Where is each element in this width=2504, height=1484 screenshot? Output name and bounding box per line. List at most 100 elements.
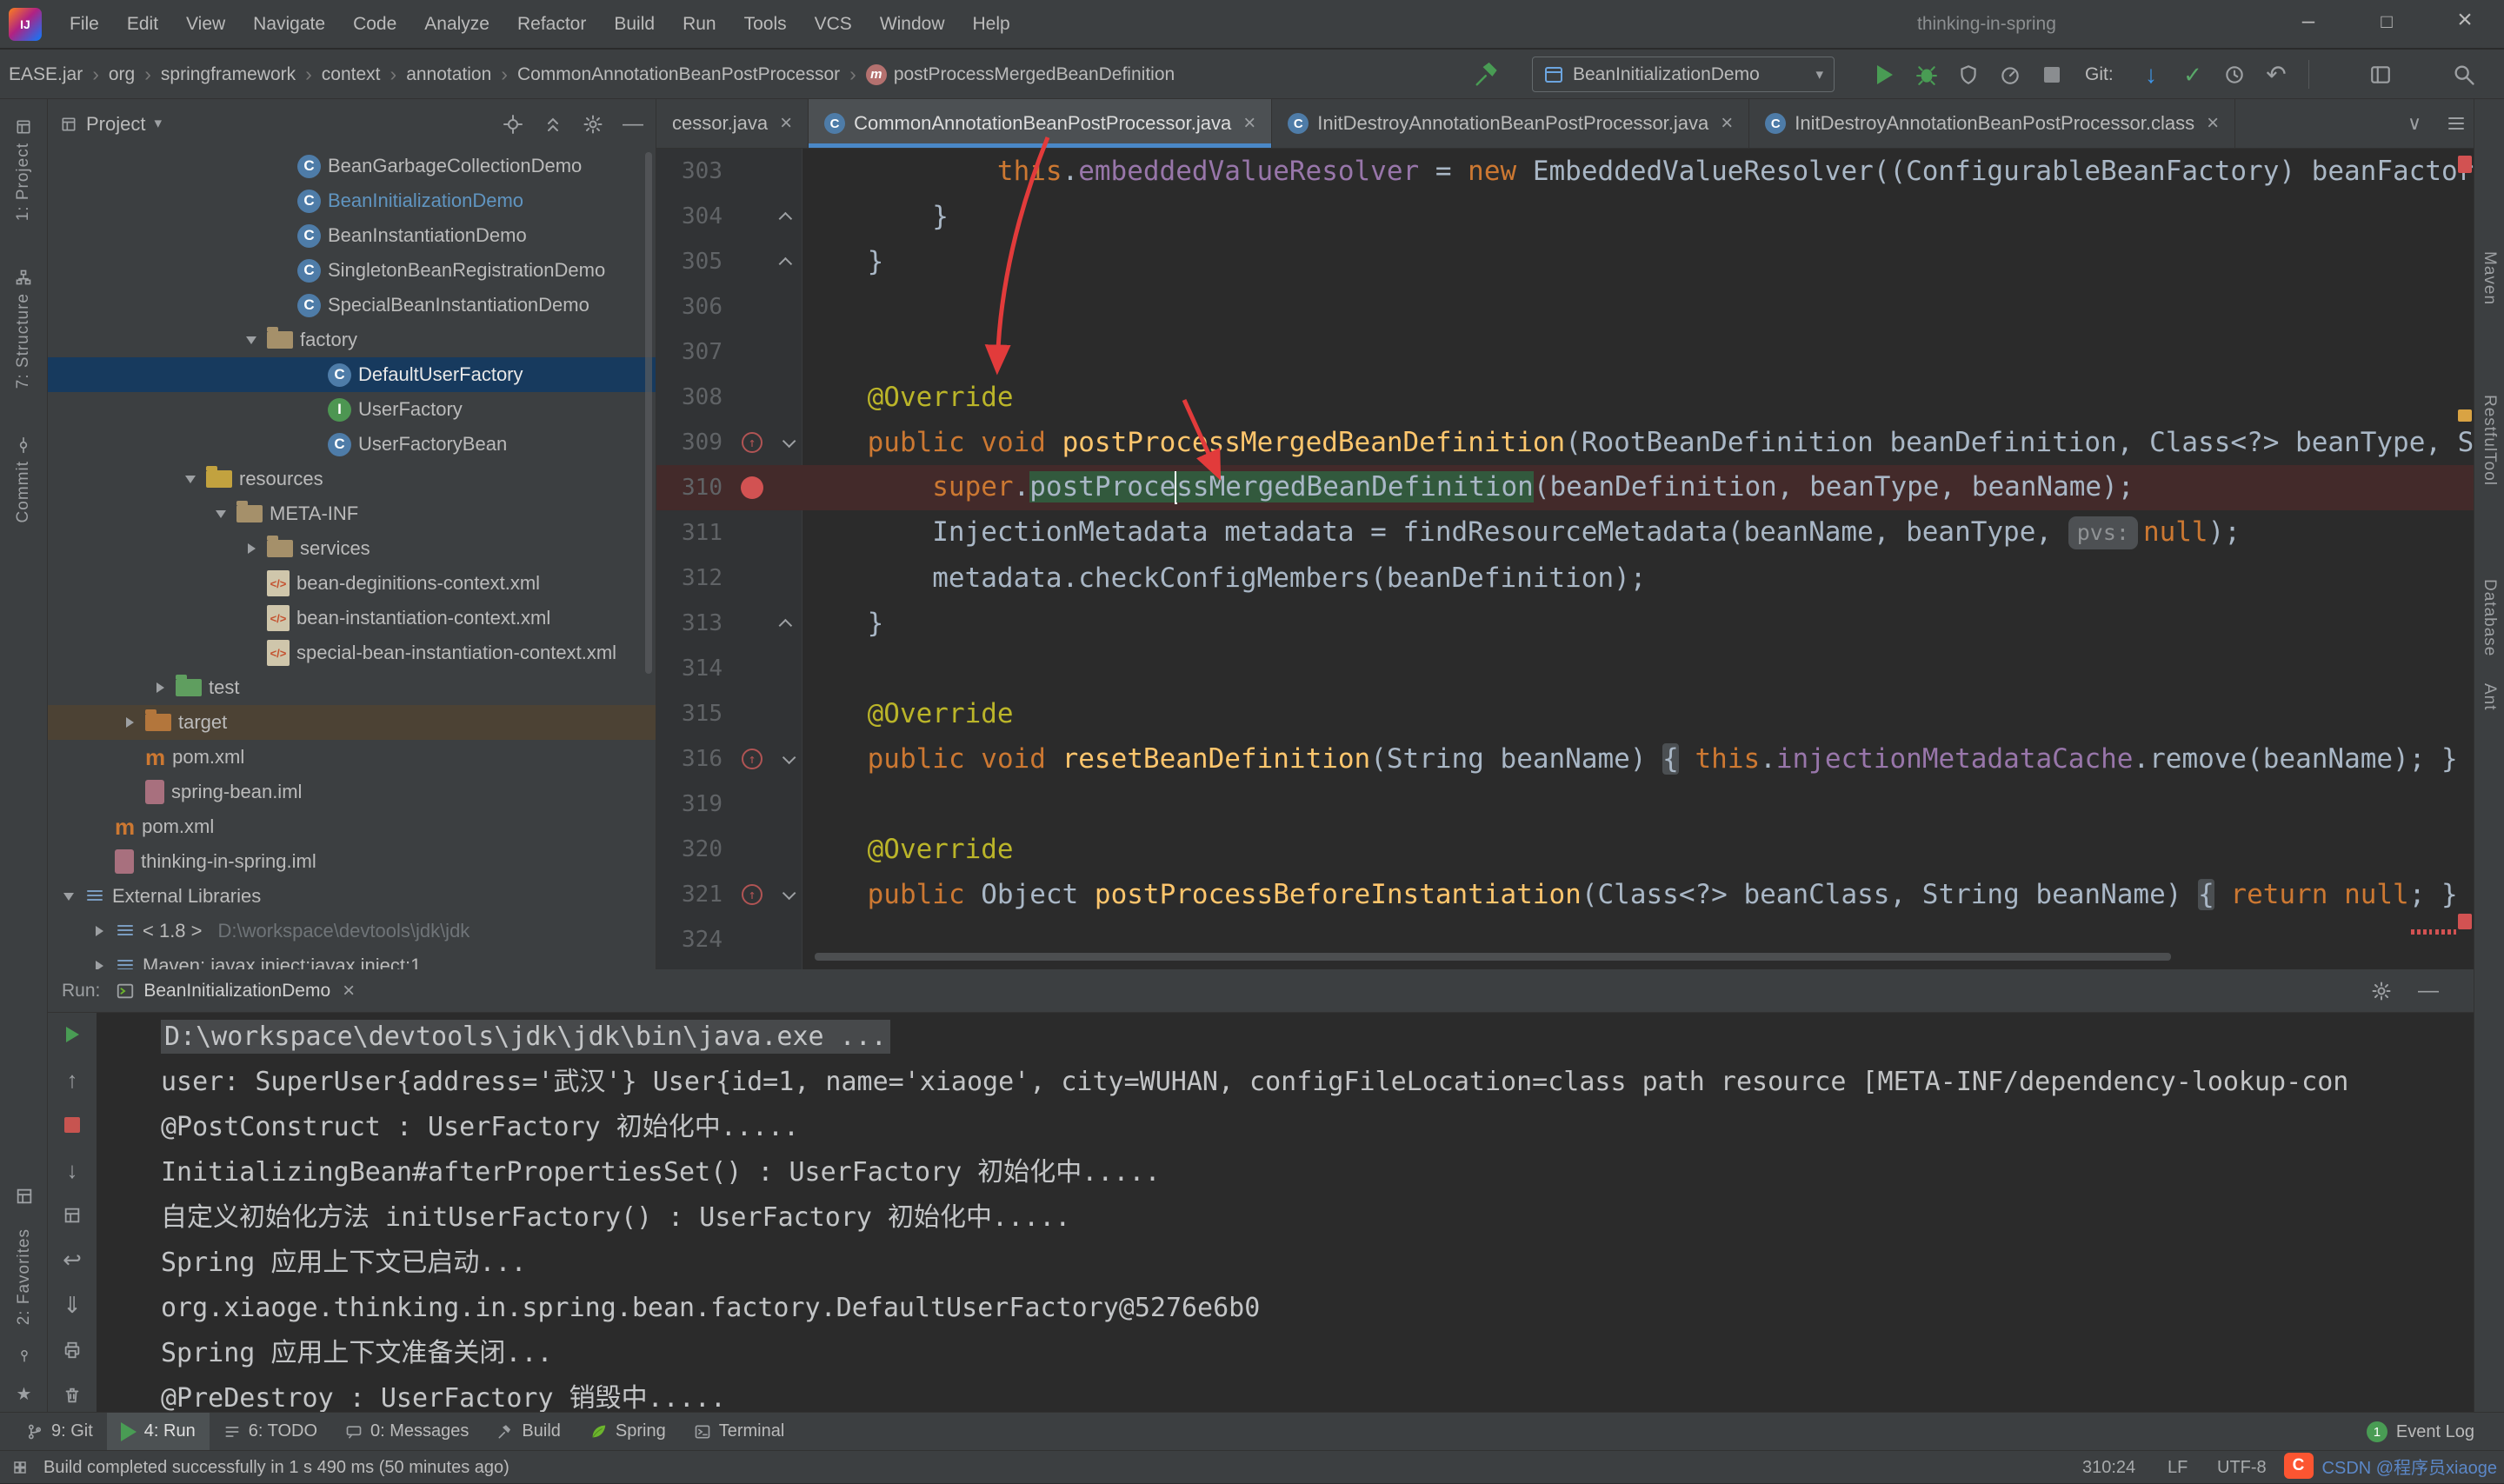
event-log-button[interactable]: 1 Event Log (2367, 1413, 2474, 1451)
git-commit-icon[interactable]: ✓ (2174, 57, 2212, 92)
tree-item-BeanInstantiationDemo[interactable]: CBeanInstantiationDemo (48, 218, 656, 253)
editor-tab-InitDestroyAnnotationBeanPostProcessor.class[interactable]: CInitDestroyAnnotationBeanPostProcessor.… (1749, 99, 2235, 148)
tree-item-services[interactable]: services (48, 531, 656, 566)
stripe-button-2: Favorites[interactable]: 2: Favorites (15, 1228, 34, 1325)
tree-item-UserFactory[interactable]: IUserFactory (48, 392, 656, 427)
tree-item-pom.xml[interactable]: mpom.xml (48, 740, 656, 775)
toolwindow-button-6: TODO[interactable]: 6: TODO (210, 1413, 331, 1451)
line-number[interactable]: 308 (656, 384, 733, 410)
gear-icon[interactable] (583, 114, 603, 135)
menu-refactor[interactable]: Refactor (503, 0, 600, 49)
menu-navigate[interactable]: Navigate (239, 0, 339, 49)
stripe-button-Ant[interactable]: Ant (2480, 683, 2499, 711)
fold-up-icon[interactable] (771, 257, 802, 267)
error-stripe-mark[interactable] (2458, 914, 2472, 929)
git-update-icon[interactable]: ↓ (2132, 57, 2170, 92)
chevron-down-icon[interactable] (60, 893, 77, 901)
toolwindow-button-0: Messages[interactable]: 0: Messages (331, 1413, 483, 1451)
tree-item-DefaultUserFactory[interactable]: CDefaultUserFactory (48, 357, 656, 392)
minimize-button[interactable]: – (2269, 0, 2348, 49)
collapse-all-icon[interactable] (543, 114, 563, 135)
caret-position[interactable]: 310:24 (2082, 1451, 2135, 1484)
code-editor[interactable]: 303this.embeddedValueResolver = new Embe… (656, 149, 2474, 969)
toolwindow-button-9: Git[interactable]: 9: Git (12, 1413, 107, 1451)
toolwindow-button-4: Run[interactable]: 4: Run (107, 1413, 210, 1451)
breadcrumb-item-context[interactable]: context (322, 64, 381, 85)
menu-help[interactable]: Help (959, 0, 1024, 49)
stripe-button-Maven[interactable]: Maven (2480, 251, 2499, 305)
toolwindow-button-Terminal[interactable]: Terminal (680, 1413, 799, 1451)
git-history-icon[interactable] (2215, 57, 2254, 92)
debug-bug-icon[interactable] (1908, 57, 1946, 92)
tool-window-switcher-icon[interactable] (12, 1460, 28, 1475)
line-number[interactable]: 312 (656, 565, 733, 591)
hide-icon[interactable]: — (623, 114, 643, 135)
chevron-right-icon[interactable] (90, 926, 108, 936)
warning-stripe-mark[interactable] (2458, 409, 2472, 422)
encoding-indicator[interactable]: UTF-8 (2217, 1451, 2267, 1484)
line-number[interactable]: 304 (656, 203, 733, 230)
chevron-down-icon[interactable] (243, 336, 260, 344)
tree-item-< 1.8 >[interactable]: < 1.8 >D:\workspace\devtools\jdk\jdk (48, 914, 656, 948)
clear-button[interactable] (56, 1379, 89, 1412)
editor-tab-CommonAnnotationBeanPostProcessor.java[interactable]: CCommonAnnotationBeanPostProcessor.java× (809, 99, 1272, 148)
breadcrumb-item-org[interactable]: org (109, 64, 135, 85)
tree-item-target[interactable]: target (48, 705, 656, 740)
line-number[interactable]: 309 (656, 429, 733, 456)
tree-item-External Libraries[interactable]: External Libraries (48, 879, 656, 914)
up-stack-button[interactable]: ↑ (56, 1063, 89, 1096)
line-number[interactable]: 311 (656, 520, 733, 546)
breakpoint-icon[interactable] (733, 476, 771, 499)
star-icon[interactable]: ★ (17, 1386, 32, 1403)
error-stripe-mark[interactable] (2458, 156, 2472, 173)
tree-item-spring-bean.iml[interactable]: spring-bean.iml (48, 775, 656, 809)
override-marker-icon[interactable]: ↑ (733, 432, 771, 453)
run-config-select[interactable]: BeanInitializationDemo ▾ (1532, 57, 1835, 92)
close-icon[interactable]: × (1243, 111, 1255, 136)
line-number[interactable]: 306 (656, 294, 733, 320)
override-marker-icon[interactable]: ↑ (733, 749, 771, 769)
fold-down-icon[interactable] (771, 890, 802, 900)
project-panel-title[interactable]: Project (86, 113, 145, 136)
tree-item-thinking-in-spring.iml[interactable]: thinking-in-spring.iml (48, 844, 656, 879)
line-number[interactable]: 315 (656, 701, 733, 727)
fold-down-icon[interactable] (771, 755, 802, 764)
git-rollback-icon[interactable]: ↶ (2257, 57, 2295, 92)
down-stack-button[interactable]: ↓ (56, 1154, 89, 1187)
stripe-button-7: Structure[interactable]: 7: Structure (14, 269, 33, 389)
close-button[interactable]: × (2426, 0, 2504, 49)
tree-item-pom.xml[interactable]: mpom.xml (48, 809, 656, 844)
tree-item-SingletonBeanRegistrationDemo[interactable]: CSingletonBeanRegistrationDemo (48, 253, 656, 288)
tree-item-SpecialBeanInstantiationDemo[interactable]: CSpecialBeanInstantiationDemo (48, 288, 656, 323)
run-console-output[interactable]: D:\workspace\devtools\jdk\jdk\bin\java.e… (97, 1013, 2474, 1412)
stop-run-button[interactable] (56, 1108, 89, 1141)
fold-up-icon[interactable] (771, 619, 802, 629)
menu-vcs[interactable]: VCS (801, 0, 866, 49)
override-marker-icon[interactable]: ↑ (733, 884, 771, 905)
line-number[interactable]: 314 (656, 655, 733, 682)
tree-item-BeanInitializationDemo[interactable]: CBeanInitializationDemo (48, 183, 656, 218)
chevron-down-icon[interactable] (182, 476, 199, 483)
menu-run[interactable]: Run (669, 0, 730, 49)
editor-tab-InitDestroyAnnotationBeanPostProcessor.java[interactable]: CInitDestroyAnnotationBeanPostProcessor.… (1272, 99, 1749, 148)
close-icon[interactable]: × (343, 979, 355, 1003)
close-icon[interactable]: × (780, 111, 792, 136)
tree-item-Maven: javax.inject:javax.inject:1[interactable]: Maven: javax.inject:javax.inject:1 (48, 948, 656, 969)
tree-item-factory[interactable]: factory (48, 323, 656, 357)
fold-up-icon[interactable] (771, 212, 802, 222)
rerun-button[interactable] (56, 1018, 89, 1051)
print-button[interactable] (56, 1334, 89, 1367)
stop-icon[interactable] (2033, 57, 2071, 92)
menu-tools[interactable]: Tools (730, 0, 801, 49)
line-number[interactable]: 316 (656, 746, 733, 772)
coverage-icon[interactable] (1949, 57, 1988, 92)
tree-item-META-INF[interactable]: META-INF (48, 496, 656, 531)
stripe-button-1: Project[interactable]: 1: Project (14, 118, 33, 221)
tree-item-UserFactoryBean[interactable]: CUserFactoryBean (48, 427, 656, 462)
breadcrumb-item-springframework[interactable]: springframework (161, 64, 296, 85)
close-icon[interactable]: × (1721, 111, 1733, 136)
menu-window[interactable]: Window (866, 0, 959, 49)
line-number[interactable]: 310 (656, 475, 733, 501)
tree-item-test[interactable]: test (48, 670, 656, 705)
line-number[interactable]: 321 (656, 882, 733, 908)
